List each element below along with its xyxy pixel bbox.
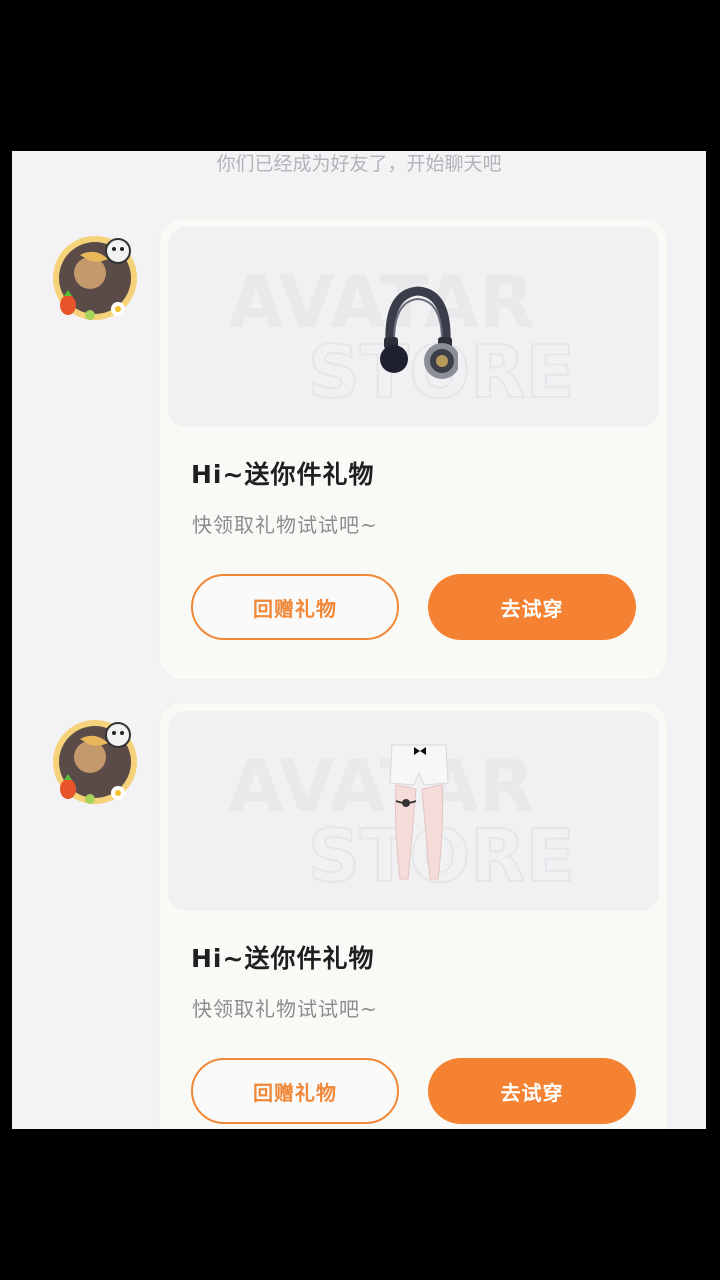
avatar[interactable]: [50, 233, 140, 323]
gift-subtitle: 快领取礼物试试吧~: [192, 513, 378, 537]
try-on-button[interactable]: 去试穿: [428, 574, 636, 640]
shorts-stockings-icon: [389, 744, 449, 880]
headphones-icon: [380, 286, 458, 379]
gift-card: AVATAR STORE Hi~送你件礼物 快领取礼物试试吧~ 回赠礼物 去试穿: [160, 703, 667, 1129]
return-gift-button[interactable]: 回赠礼物: [191, 1058, 399, 1124]
gift-image-area[interactable]: AVATAR STORE: [168, 711, 659, 911]
system-message: 你们已经成为好友了，开始聊天吧: [216, 153, 502, 175]
gift-image-area[interactable]: AVATAR STORE: [168, 227, 659, 427]
gift-subtitle: 快领取礼物试试吧~: [192, 997, 378, 1021]
return-gift-button[interactable]: 回赠礼物: [191, 574, 399, 640]
avatar[interactable]: [50, 717, 140, 807]
try-on-button[interactable]: 去试穿: [428, 1058, 636, 1124]
gift-title: Hi~送你件礼物: [191, 944, 375, 973]
gift-title: Hi~送你件礼物: [191, 460, 375, 489]
chat-screen: 你们已经成为好友了，开始聊天吧 AVATAR STORE: [12, 151, 706, 1129]
gift-card: AVATAR STORE Hi~送你件礼物 快领取礼物试试吧~ 回赠礼物 去试穿: [160, 219, 667, 679]
